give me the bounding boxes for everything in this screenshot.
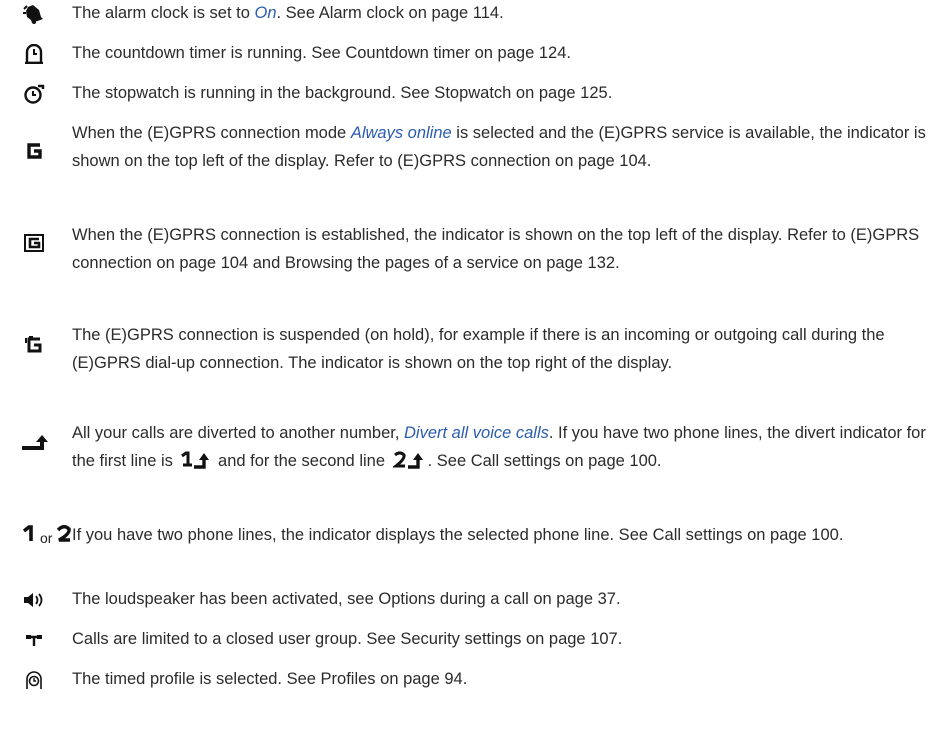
divert-line-2-icon bbox=[391, 451, 425, 479]
entry-text: The (E)GPRS connection is suspended (on … bbox=[72, 326, 885, 372]
gprs-connected-icon bbox=[22, 232, 46, 254]
timed-profile-icon bbox=[22, 669, 46, 691]
divert-arrow-icon bbox=[22, 432, 52, 454]
alarm-bell-icon bbox=[22, 3, 46, 25]
gprs-suspended-icon bbox=[22, 334, 46, 356]
entry-text: The stopwatch is running in the backgrou… bbox=[72, 84, 613, 102]
line-1-icon bbox=[22, 525, 36, 553]
entry-text: If you have two phone lines, the indicat… bbox=[72, 526, 844, 544]
entry-text: All your calls are diverted to another n… bbox=[72, 420, 938, 478]
entry-text: The countdown timer is running. See Coun… bbox=[72, 44, 571, 62]
entry-text: When the (E)GPRS connection mode Always … bbox=[72, 124, 926, 170]
entry-text: The loudspeaker has been activated, see … bbox=[72, 590, 621, 608]
stopwatch-icon bbox=[22, 83, 46, 105]
link-divert-all-voice-calls[interactable]: Divert all voice calls bbox=[404, 424, 549, 442]
entry-text: The timed profile is selected. See Profi… bbox=[72, 670, 468, 688]
line-2-icon bbox=[56, 525, 72, 553]
line-icons: or bbox=[22, 525, 72, 553]
loudspeaker-icon bbox=[22, 589, 46, 611]
countdown-timer-icon bbox=[22, 43, 46, 65]
or-label: or bbox=[40, 530, 53, 546]
link-on[interactable]: On bbox=[254, 4, 276, 22]
divert-line-1-icon bbox=[180, 451, 210, 479]
entry-text: The alarm clock is set to On. See Alarm … bbox=[72, 4, 504, 22]
link-always-online[interactable]: Always online bbox=[351, 124, 452, 142]
closed-user-group-icon bbox=[22, 629, 46, 651]
entry-text: When the (E)GPRS connection is establish… bbox=[72, 226, 920, 272]
entry-text: Calls are limited to a closed user group… bbox=[72, 630, 623, 648]
gprs-g-icon bbox=[22, 140, 46, 162]
